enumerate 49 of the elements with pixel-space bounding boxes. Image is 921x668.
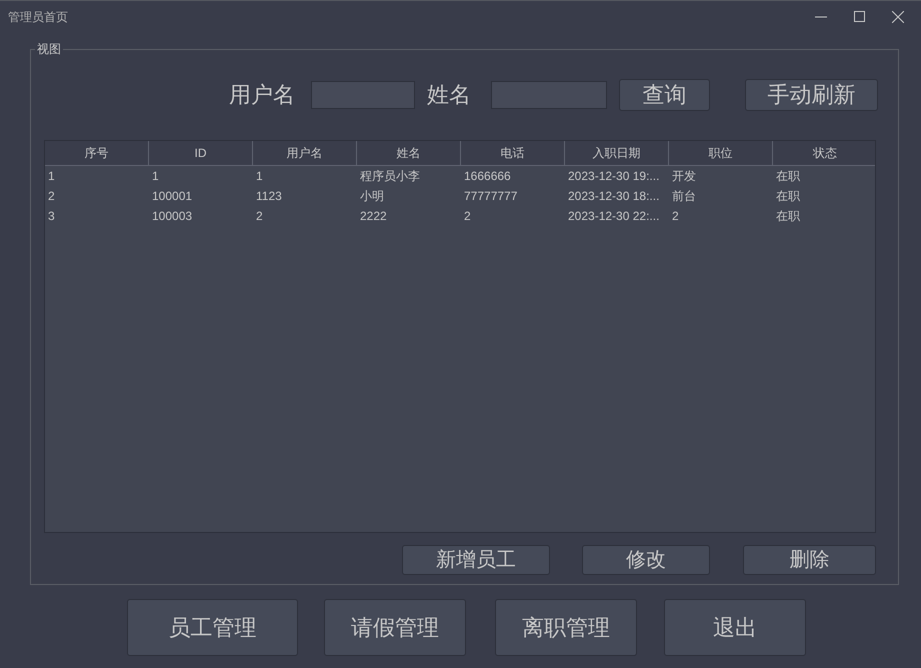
column-header[interactable]: 电话 (461, 141, 565, 165)
field-label: 用户名 (229, 81, 295, 109)
table-cell-text: 2023-12-30 18:... (567, 188, 660, 205)
column-header[interactable]: 序号 (45, 141, 149, 165)
action-button[interactable]: 新增员工 (402, 545, 550, 575)
group-title: 视图 (35, 41, 63, 57)
table-cell-text: 1123 (255, 188, 283, 205)
action-button[interactable]: 删除 (743, 545, 876, 575)
table-cell-text: 1 (151, 168, 160, 185)
window-title: 管理员首页 (8, 8, 68, 26)
column-header[interactable]: 姓名 (357, 141, 461, 165)
column-header[interactable]: ID (149, 141, 253, 165)
table-cell-text: 3 (47, 208, 56, 225)
table-cell-text: 2023-12-30 22:... (567, 208, 660, 225)
close-icon[interactable] (892, 10, 904, 22)
table-cell-text: 2222 (359, 208, 388, 225)
search-button[interactable]: 手动刷新 (745, 79, 878, 111)
nav-button[interactable]: 离职管理 (495, 599, 637, 656)
table-cell-text: 在职 (775, 168, 801, 185)
table-cell-text: 2 (47, 188, 56, 205)
table-cell-text: 2023-12-30 19:... (567, 168, 660, 185)
table-cell-text: 1 (47, 168, 56, 185)
nav-button[interactable]: 请假管理 (324, 599, 466, 656)
search-button[interactable]: 查询 (619, 79, 710, 111)
column-header[interactable]: 用户名 (253, 141, 357, 165)
table-cell-text: 100003 (151, 208, 194, 225)
nav-button[interactable]: 员工管理 (127, 599, 298, 656)
maximize-icon[interactable] (854, 11, 865, 22)
table-cell-text: 小明 (359, 188, 385, 205)
table-cell-text: 1666666 (463, 168, 512, 185)
table-cell-text: 2 (671, 208, 680, 225)
field-label: 姓名 (427, 81, 471, 109)
action-button[interactable]: 修改 (582, 545, 710, 575)
table-cell-text: 2 (463, 208, 472, 225)
table-cell-text: 在职 (775, 208, 801, 225)
table-cell-text: 100001 (151, 188, 194, 205)
column-header[interactable]: 入职日期 (565, 141, 669, 165)
table-cell-text: 2 (255, 208, 264, 225)
table-cell-text: 前台 (671, 188, 697, 205)
table-cell-text: 在职 (775, 188, 801, 205)
nav-button[interactable]: 退出 (664, 599, 806, 656)
table-cell-text: 程序员小李 (359, 168, 421, 185)
text-field[interactable] (491, 81, 607, 109)
text-field[interactable] (311, 81, 415, 109)
column-header[interactable]: 状态 (773, 141, 877, 165)
table-cell-text: 77777777 (463, 188, 518, 205)
table-cell-text: 开发 (671, 168, 697, 185)
table-cell-text: 1 (255, 168, 264, 185)
column-header[interactable]: 职位 (669, 141, 773, 165)
